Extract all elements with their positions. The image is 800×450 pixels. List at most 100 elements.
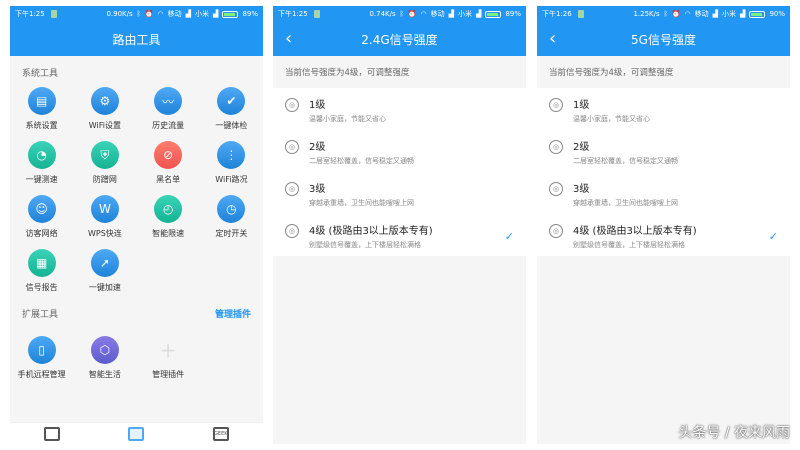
bluetooth-icon: ᛒ	[663, 10, 668, 18]
tool-label: 管理插件	[152, 370, 185, 379]
signal-level-list: ◎ 1级温馨小家庭，节能又省心 ◎ 2级 二居室轻松覆盖，信号稳定又通畅 ◎ 3级 穿越承重墙…	[537, 88, 790, 256]
signal-notice: 当前信号强度为4级，可调整强度	[549, 68, 674, 78]
tool-timer[interactable]: ◷ 定时开关	[200, 195, 263, 239]
alarm-icon: ⏰	[144, 10, 154, 18]
tool-speedometer[interactable]: ◔ 一键测速	[10, 141, 73, 185]
signal-level-option[interactable]: ◎ 1级 温馨小家庭，节能又省心	[273, 88, 526, 130]
tool-label: 信号报告	[25, 283, 58, 292]
level-title: 4级 (极路由3以上版本专有)	[573, 226, 697, 237]
router-icon: ▤	[27, 87, 56, 115]
wifi-block-icon: ⊘	[154, 141, 183, 169]
level-title: 2级	[573, 142, 590, 153]
level-title: 3级	[309, 184, 326, 195]
wifi-icon: ◠	[420, 10, 427, 18]
tool-label: 系统设置	[25, 121, 58, 130]
signal-level-option[interactable]: ◎ 4级 (极路由3以上版本专有) 别墅级信号覆盖，上下楼层轻松满格 ✓	[537, 214, 790, 256]
bluetooth-icon: ᛒ	[136, 10, 141, 18]
signal-strength-icon: ◎	[549, 224, 563, 238]
tool-label: 防蹭网	[92, 175, 117, 184]
page-title: 路由工具	[112, 32, 161, 47]
tool-traffic-light[interactable]: ⋮ WiFi路况	[200, 141, 263, 185]
signal-level-option[interactable]: ◎ 2级 二居室轻松覆盖，信号稳定又通畅	[273, 130, 526, 172]
tool-label: 智能生活	[88, 370, 121, 379]
tool-gauge[interactable]: ◴ 智能限速	[137, 195, 200, 239]
carrier-2: 小米	[458, 10, 473, 18]
signal-icon: ▟	[476, 10, 482, 18]
tool-wifi-block[interactable]: ⊘ 黑名单	[137, 141, 200, 185]
battery-icon	[749, 10, 766, 18]
net-speed: 1.25K/s	[633, 10, 660, 18]
signal-level-option[interactable]: ◎ 4级 (极路由3以上版本专有) 别墅级信号覆盖，上下楼层轻松满格 ✓	[273, 214, 526, 256]
tool-shield[interactable]: ⛨ 防蹭网	[73, 141, 136, 185]
tool-label: WPS快连	[87, 229, 122, 238]
page-title: 5G信号强度	[631, 32, 696, 47]
tool-smart-home[interactable]: ⬡ 智能生活	[73, 336, 136, 380]
signal-strength-icon: ◎	[285, 182, 299, 196]
signal-level-option[interactable]: ◎ 3级 穿越承重墙，卫生间也能嗖嗖上网	[537, 172, 790, 214]
signal-strength-icon: ◎	[285, 140, 299, 154]
level-title: 4级 (极路由3以上版本专有)	[309, 226, 433, 237]
carrier-1: 移动	[694, 10, 709, 18]
phone-router-tools: 下午1:25 0.90K/s ᛒ ⏰ ◠ 移动 ▟ 小米 ▟ 89% 路由工具 …	[10, 6, 263, 444]
tab-device-icon[interactable]	[44, 426, 61, 441]
sim-icon	[313, 10, 320, 18]
alarm-icon: ⏰	[671, 10, 681, 18]
tool-report[interactable]: ▦ 信号报告	[10, 249, 73, 293]
tool-phone-remote[interactable]: ▯ 手机远程管理	[10, 336, 73, 380]
report-icon: ▦	[27, 249, 56, 277]
tool-guest[interactable]: ☺ 访客网络	[10, 195, 73, 239]
back-arrow-icon[interactable]: ‹	[285, 30, 292, 48]
net-speed: 0.90K/s	[106, 10, 133, 18]
extension-grid: ▯ 手机远程管理 ⬡ 智能生活 + 管理插件	[10, 326, 263, 380]
signal-strength-icon: ◎	[285, 224, 299, 238]
status-time: 下午1:25	[278, 10, 308, 18]
bluetooth-icon: ᛒ	[399, 10, 404, 18]
sim-icon	[577, 10, 584, 18]
tool-label: 定时开关	[215, 229, 248, 238]
signal-level-list: ◎ 1级 温馨小家庭，节能又省心 ◎ 2级 二居室轻松覆盖，信号稳定又通畅 ◎ 3级 穿越承重墙…	[273, 88, 526, 256]
tool-plus[interactable]: + 管理插件	[137, 336, 200, 380]
tool-shield-check[interactable]: ✔ 一键体检	[200, 87, 263, 131]
net-speed: 0.74K/s	[369, 10, 396, 18]
traffic-light-icon: ⋮	[217, 141, 246, 169]
tool-router[interactable]: ▤ 系统设置	[10, 87, 73, 131]
tool-label: 黑名单	[156, 175, 181, 184]
tool-rocket[interactable]: ➚ 一键加速	[73, 249, 136, 293]
status-time: 下午1:26	[542, 10, 572, 18]
tool-wps[interactable]: W WPS快连	[73, 195, 136, 239]
level-title: 2级	[309, 142, 326, 153]
signal-icon: ▟	[448, 10, 455, 18]
tool-gear[interactable]: ⚙ WiFi设置	[73, 87, 136, 131]
tab-toolbox-icon[interactable]	[128, 426, 145, 441]
back-arrow-icon[interactable]: ‹	[549, 30, 556, 48]
signal-level-option[interactable]: ◎ 1级 温馨小家庭，节能又省心	[537, 88, 790, 130]
shield-check-icon: ✔	[217, 87, 246, 115]
carrier-1: 移动	[430, 10, 445, 18]
signal-level-option[interactable]: ◎ 3级 穿越承重墙，卫生间也能嗖嗖上网	[273, 172, 526, 214]
battery-percent: 89%	[505, 10, 521, 18]
wps-icon: W	[90, 195, 119, 223]
line-chart-icon: 〰	[154, 87, 183, 115]
gear-icon: ⚙	[90, 87, 119, 115]
carrier-1: 移动	[167, 10, 182, 18]
carrier-2: 小米	[195, 10, 210, 18]
level-description: 温馨小家庭，节能又省心	[573, 115, 650, 123]
manage-plugins-link[interactable]: 管理插件	[215, 307, 251, 320]
level-title: 1级	[573, 100, 590, 111]
tool-label: WiFi路况	[215, 175, 248, 184]
signal-icon: ▟	[185, 10, 192, 18]
tab-geek-icon[interactable]: GEEK	[212, 426, 229, 441]
tool-line-chart[interactable]: 〰历史流量	[137, 87, 200, 131]
guest-icon: ☺	[27, 195, 56, 223]
carrier-2: 小米	[722, 10, 737, 18]
level-description: 别墅级信号覆盖，上下楼层轻松满格	[309, 241, 421, 249]
plus-icon: +	[159, 338, 177, 362]
shield-icon: ⛨	[90, 141, 119, 169]
screenshot-canvas: 下午1:25 0.90K/s ᛒ ⏰ ◠ 移动 ▟ 小米 ▟ 89% 路由工具 …	[0, 0, 800, 450]
phone-signal-5g: 下午1:26 1.25K/s ᛒ ⏰ ◠ 移动 ▟ 小米 ▟ 90% ‹ 5G信…	[537, 6, 790, 444]
signal-level-option[interactable]: ◎ 2级 二居室轻松覆盖，信号稳定又通畅	[537, 130, 790, 172]
tool-label: 历史流量	[152, 121, 185, 130]
alarm-icon: ⏰	[407, 10, 417, 18]
tool-label: 智能限速	[152, 229, 185, 238]
tool-label: 一键加速	[88, 283, 121, 292]
